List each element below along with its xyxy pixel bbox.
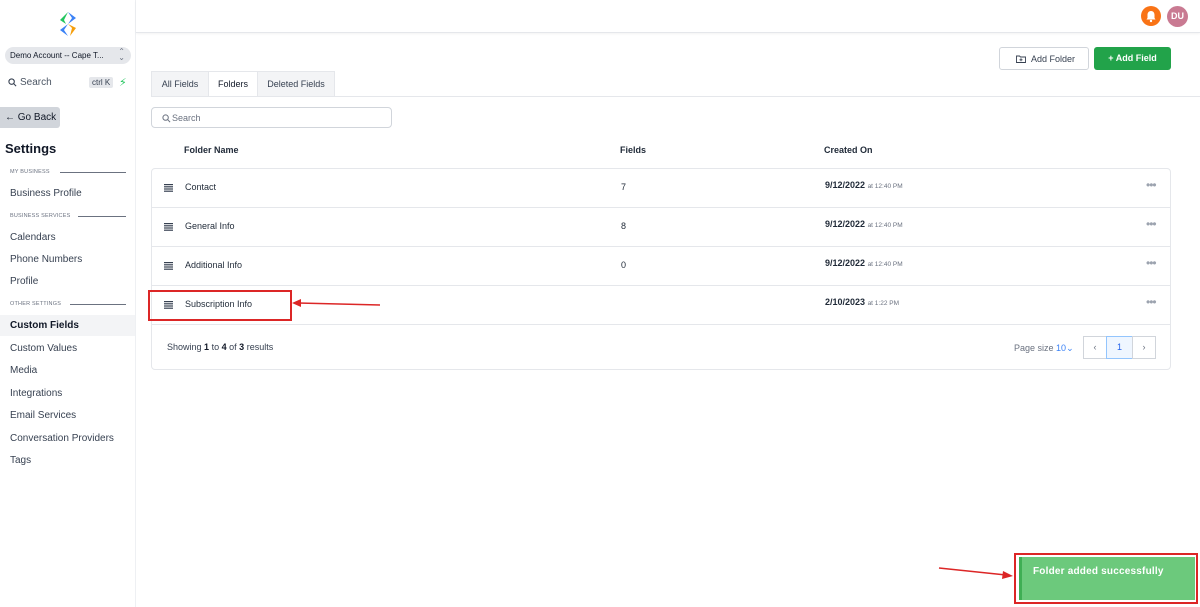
arrow-left-icon: ← [5, 112, 15, 123]
prev-page-button[interactable]: ‹ [1083, 336, 1107, 359]
add-folder-button[interactable]: Add Folder [999, 47, 1089, 70]
annotation-arrow-icon [292, 299, 381, 307]
field-count: 8 [621, 221, 627, 231]
field-count: 0 [621, 260, 627, 270]
top-bar [136, 0, 1200, 33]
search-icon [8, 78, 17, 87]
sidebar-item-tags[interactable]: Tags [0, 450, 135, 471]
more-options-icon[interactable]: ••• [1146, 178, 1157, 192]
drag-handle-icon[interactable] [164, 184, 173, 192]
drag-handle-icon[interactable] [164, 223, 173, 231]
results-word: results [246, 342, 274, 352]
add-field-button[interactable]: + Add Field [1094, 47, 1171, 70]
folder-search-input[interactable] [172, 111, 372, 124]
sidebar-item-profile[interactable]: Profile [0, 271, 135, 292]
sidebar-search[interactable]: Search ctrl K ⚡ [5, 75, 131, 91]
app-logo[interactable] [58, 12, 78, 36]
section-my-business: MY BUSINESS [10, 169, 50, 175]
settings-title: Settings [5, 141, 57, 156]
column-header-fields: Fields [620, 145, 647, 155]
folder-plus-icon [1016, 55, 1026, 63]
field-count: 7 [621, 182, 627, 192]
folder-name[interactable]: General Info [185, 221, 235, 231]
to-word: to [211, 342, 220, 352]
sidebar-item-calendars[interactable]: Calendars [0, 227, 135, 248]
created-time: at 1:22 PM [867, 300, 899, 307]
range-to: 4 [221, 342, 227, 352]
success-toast[interactable]: Folder added successfully [1019, 557, 1195, 600]
created-date: 9/12/2022 at 12:40 PM [825, 219, 903, 229]
account-switcher[interactable]: Demo Account -- Cape T... ⌃ ⌄ [5, 47, 131, 64]
of-word: of [229, 342, 237, 352]
created-date: 9/12/2022 at 12:40 PM [825, 180, 903, 190]
table-row[interactable]: General Info 8 9/12/2022 at 12:40 PM ••• [152, 208, 1170, 247]
folder-name[interactable]: Additional Info [185, 260, 242, 270]
page-size-value: 10 [1056, 343, 1067, 353]
created-date-value: 9/12/2022 [825, 258, 866, 268]
chevron-left-icon: ‹ [1093, 342, 1097, 352]
sidebar-item-conversation-providers[interactable]: Conversation Providers [0, 428, 135, 449]
created-time: at 12:40 PM [867, 183, 903, 190]
created-time: at 12:40 PM [867, 261, 903, 268]
account-name: Demo Account -- Cape T... [10, 51, 104, 60]
tab-deleted-fields[interactable]: Deleted Fields [257, 71, 335, 97]
search-icon [162, 114, 171, 123]
table-row[interactable]: Additional Info 0 9/12/2022 at 12:40 PM … [152, 247, 1170, 286]
created-date-value: 2/10/2023 [825, 297, 866, 307]
sidebar-item-custom-fields[interactable]: Custom Fields [0, 315, 135, 336]
tabs-divider [151, 96, 1200, 97]
column-header-created-on: Created On [824, 145, 873, 155]
folder-name[interactable]: Contact [185, 182, 216, 192]
notification-button[interactable] [1141, 6, 1161, 26]
divider [78, 216, 126, 217]
created-date-value: 9/12/2022 [825, 219, 866, 229]
bell-icon [1146, 11, 1156, 23]
sidebar-item-integrations[interactable]: Integrations [0, 383, 135, 404]
sidebar-item-custom-values[interactable]: Custom Values [0, 338, 135, 359]
showing-prefix: Showing [167, 342, 202, 352]
divider [60, 172, 126, 173]
column-header-folder-name: Folder Name [184, 145, 239, 155]
created-date-value: 9/12/2022 [825, 180, 866, 190]
chevron-right-icon: › [1142, 342, 1146, 352]
go-back-label: Go Back [17, 112, 57, 123]
chevron-updown-icon: ⌃ ⌄ [118, 47, 125, 62]
tab-folders[interactable]: Folders [208, 71, 258, 97]
created-date: 2/10/2023 at 1:22 PM [825, 297, 899, 307]
lightning-icon[interactable]: ⚡ [119, 76, 127, 89]
drag-handle-icon[interactable] [164, 262, 173, 270]
avatar[interactable]: DU [1167, 6, 1188, 27]
created-time: at 12:40 PM [867, 222, 903, 229]
search-shortcut: ctrl K [89, 77, 114, 88]
sidebar-item-business-profile[interactable]: Business Profile [0, 183, 135, 204]
results-total: 3 [239, 342, 245, 352]
results-summary: Showing 1 to 4 of 3 results [167, 342, 273, 352]
sidebar-item-email-services[interactable]: Email Services [0, 405, 135, 426]
sidebar-item-phone-numbers[interactable]: Phone Numbers [0, 249, 135, 270]
page-number-button[interactable]: 1 [1106, 336, 1133, 359]
folder-search[interactable] [151, 107, 392, 128]
page-size-select[interactable]: Page size 10⌄ [1014, 343, 1074, 354]
more-options-icon[interactable]: ••• [1146, 256, 1157, 270]
add-folder-label: Add Folder [1031, 54, 1076, 64]
sidebar-item-media[interactable]: Media [0, 360, 135, 381]
go-back-button[interactable]: ← Go Back [0, 107, 60, 128]
annotation-arrow-icon [938, 567, 1013, 579]
page-size-label: Page size [1014, 343, 1054, 353]
tab-all-fields[interactable]: All Fields [151, 71, 209, 97]
sidebar-search-label: Search [20, 77, 52, 88]
section-business-services: BUSINESS SERVICES [10, 213, 71, 219]
range-from: 1 [204, 342, 210, 352]
divider [70, 304, 126, 305]
table-row[interactable]: Contact 7 9/12/2022 at 12:40 PM ••• [152, 169, 1170, 208]
sidebar: Demo Account -- Cape T... ⌃ ⌄ Search ctrl… [0, 0, 136, 607]
more-options-icon[interactable]: ••• [1146, 295, 1157, 309]
created-date: 9/12/2022 at 12:40 PM [825, 258, 903, 268]
section-other-settings: OTHER SETTINGS [10, 301, 62, 307]
chevron-down-icon: ⌄ [1066, 343, 1074, 353]
next-page-button[interactable]: › [1132, 336, 1156, 359]
annotation-highlight-box [148, 290, 292, 321]
more-options-icon[interactable]: ••• [1146, 217, 1157, 231]
